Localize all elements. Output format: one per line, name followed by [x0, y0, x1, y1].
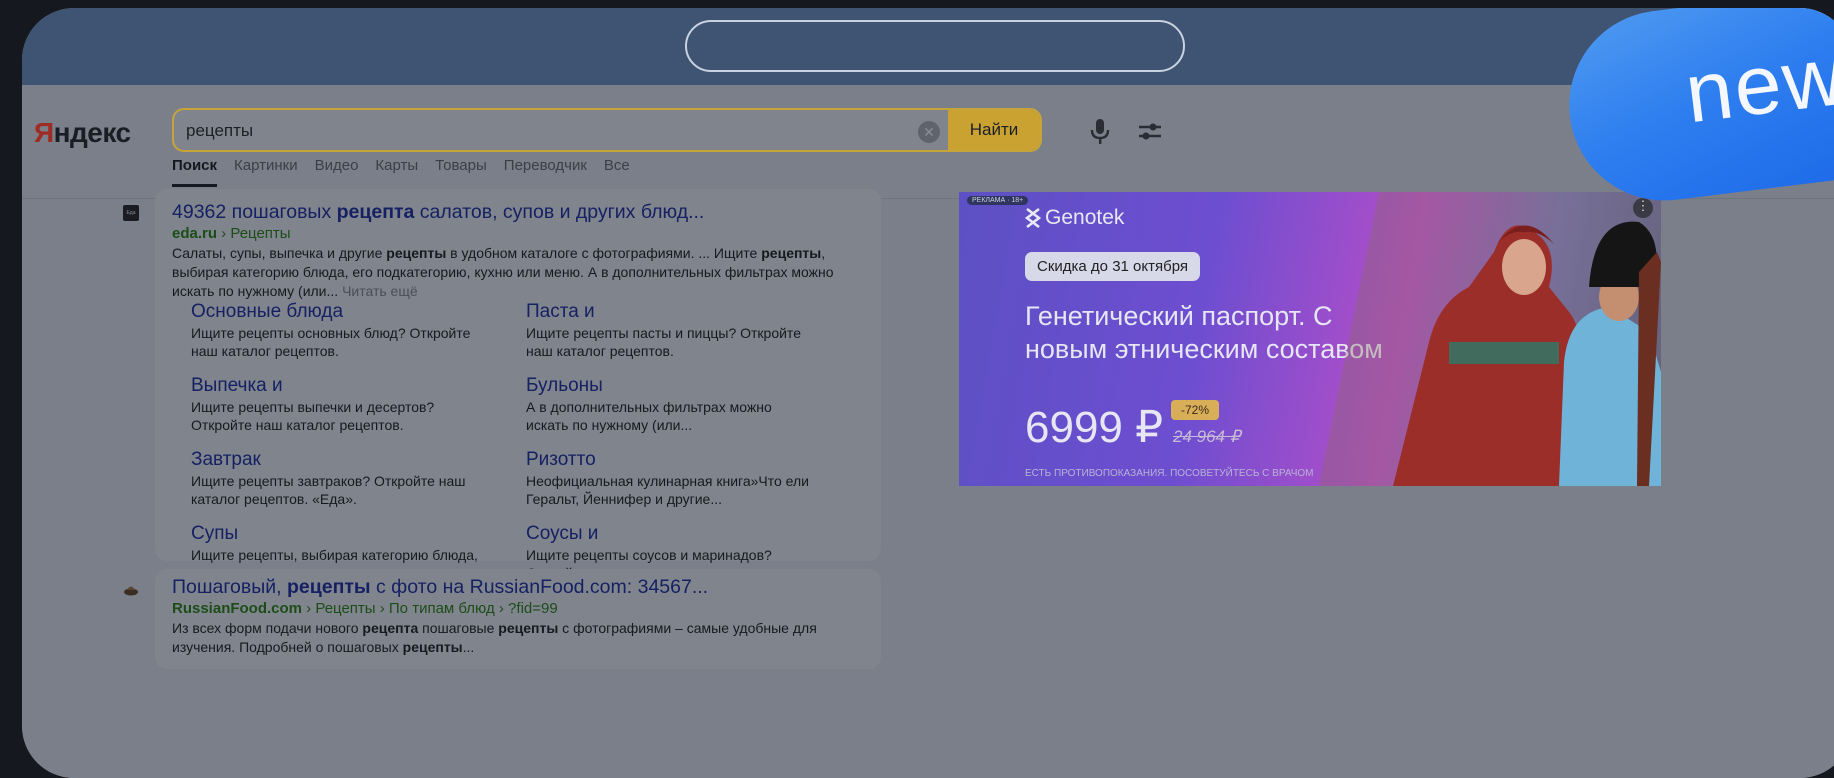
yandex-logo[interactable]: Яндекс — [34, 117, 131, 149]
tab-maps[interactable]: Карты — [375, 157, 418, 187]
tab-translator[interactable]: Переводчик — [504, 157, 587, 187]
result-url[interactable]: eda.ru › Рецепты — [172, 225, 291, 242]
ad-label: РЕКЛАМА · 18+ — [967, 196, 1029, 205]
sitelink[interactable]: Выпечка и Ищите рецепты выпечки и десерто… — [191, 375, 481, 434]
search-box: рецепты ✕ Найти — [172, 108, 1042, 152]
ad-old-price: 24 964 ₽ — [1173, 427, 1241, 446]
tab-video[interactable]: Видео — [315, 157, 359, 187]
result-snippet: Салаты, супы, выпечка и другие рецепты в… — [172, 245, 834, 299]
sitelink[interactable]: Ризотто Неофициальная кулинарная книга»Чт… — [526, 449, 816, 508]
ad-promo-pill: Скидка до 31 октября — [1025, 252, 1200, 281]
russianfood-favicon-icon — [124, 586, 138, 596]
browser-toolbar — [22, 8, 1834, 85]
more-vertical-icon[interactable]: ⋮ — [1633, 198, 1653, 218]
result-url[interactable]: RussianFood.com › Рецепты › По типам блю… — [172, 600, 558, 617]
search-tabs: Поиск Картинки Видео Карты Товары Перево… — [172, 157, 630, 187]
result-title[interactable]: Пошаговый, рецепты с фото на RussianFood… — [172, 576, 708, 599]
result-snippet: Из всех форм подачи нового рецепта пошаг… — [172, 620, 817, 655]
tab-images[interactable]: Картинки — [234, 157, 298, 187]
genotek-logo-icon — [1025, 207, 1041, 229]
clear-icon[interactable]: ✕ — [918, 121, 940, 143]
sitelink[interactable]: Завтрак Ищите рецепты завтраков? Откройте… — [191, 449, 481, 508]
sitelink[interactable]: Паста и Ищите рецепты пасты и пиццы? Откр… — [526, 301, 816, 360]
sitelink[interactable]: Бульоны А в дополнительных фильтрах можно… — [526, 375, 816, 434]
ad-disclaimer: ЕСТЬ ПРОТИВОПОКАЗАНИЯ. ПОСОВЕТУЙТЕСЬ С В… — [1025, 468, 1314, 479]
tab-search[interactable]: Поиск — [172, 157, 218, 187]
browser-window: Яндекс рецепты ✕ Найти Поиск Картинки Ви… — [22, 8, 1834, 778]
search-input[interactable]: рецепты — [186, 121, 253, 141]
ad-brand: Genotek — [1025, 206, 1124, 230]
tab-all[interactable]: Все — [604, 157, 630, 187]
ad-discount-badge: -72% — [1171, 400, 1220, 420]
search-button[interactable]: Найти — [948, 110, 1040, 150]
read-more-link[interactable]: Читать ещё — [342, 283, 418, 299]
address-bar[interactable] — [685, 20, 1185, 72]
ad-photo-people — [1319, 192, 1661, 486]
sitelink[interactable]: Основные блюда Ищите рецепты основных блю… — [191, 301, 481, 360]
eda-favicon-icon: Еда — [123, 205, 139, 221]
ad-price: 6999 ₽ — [1025, 403, 1164, 452]
result-title[interactable]: 49362 пошаговых рецепта салатов, супов и… — [172, 201, 704, 224]
genotek-ad-banner[interactable]: РЕКЛАМА · 18+ Genotek Скидка до 31 октяб… — [959, 192, 1661, 486]
settings-sliders-icon[interactable] — [1135, 115, 1165, 147]
tab-products[interactable]: Товары — [435, 157, 487, 187]
microphone-icon[interactable] — [1085, 115, 1115, 147]
